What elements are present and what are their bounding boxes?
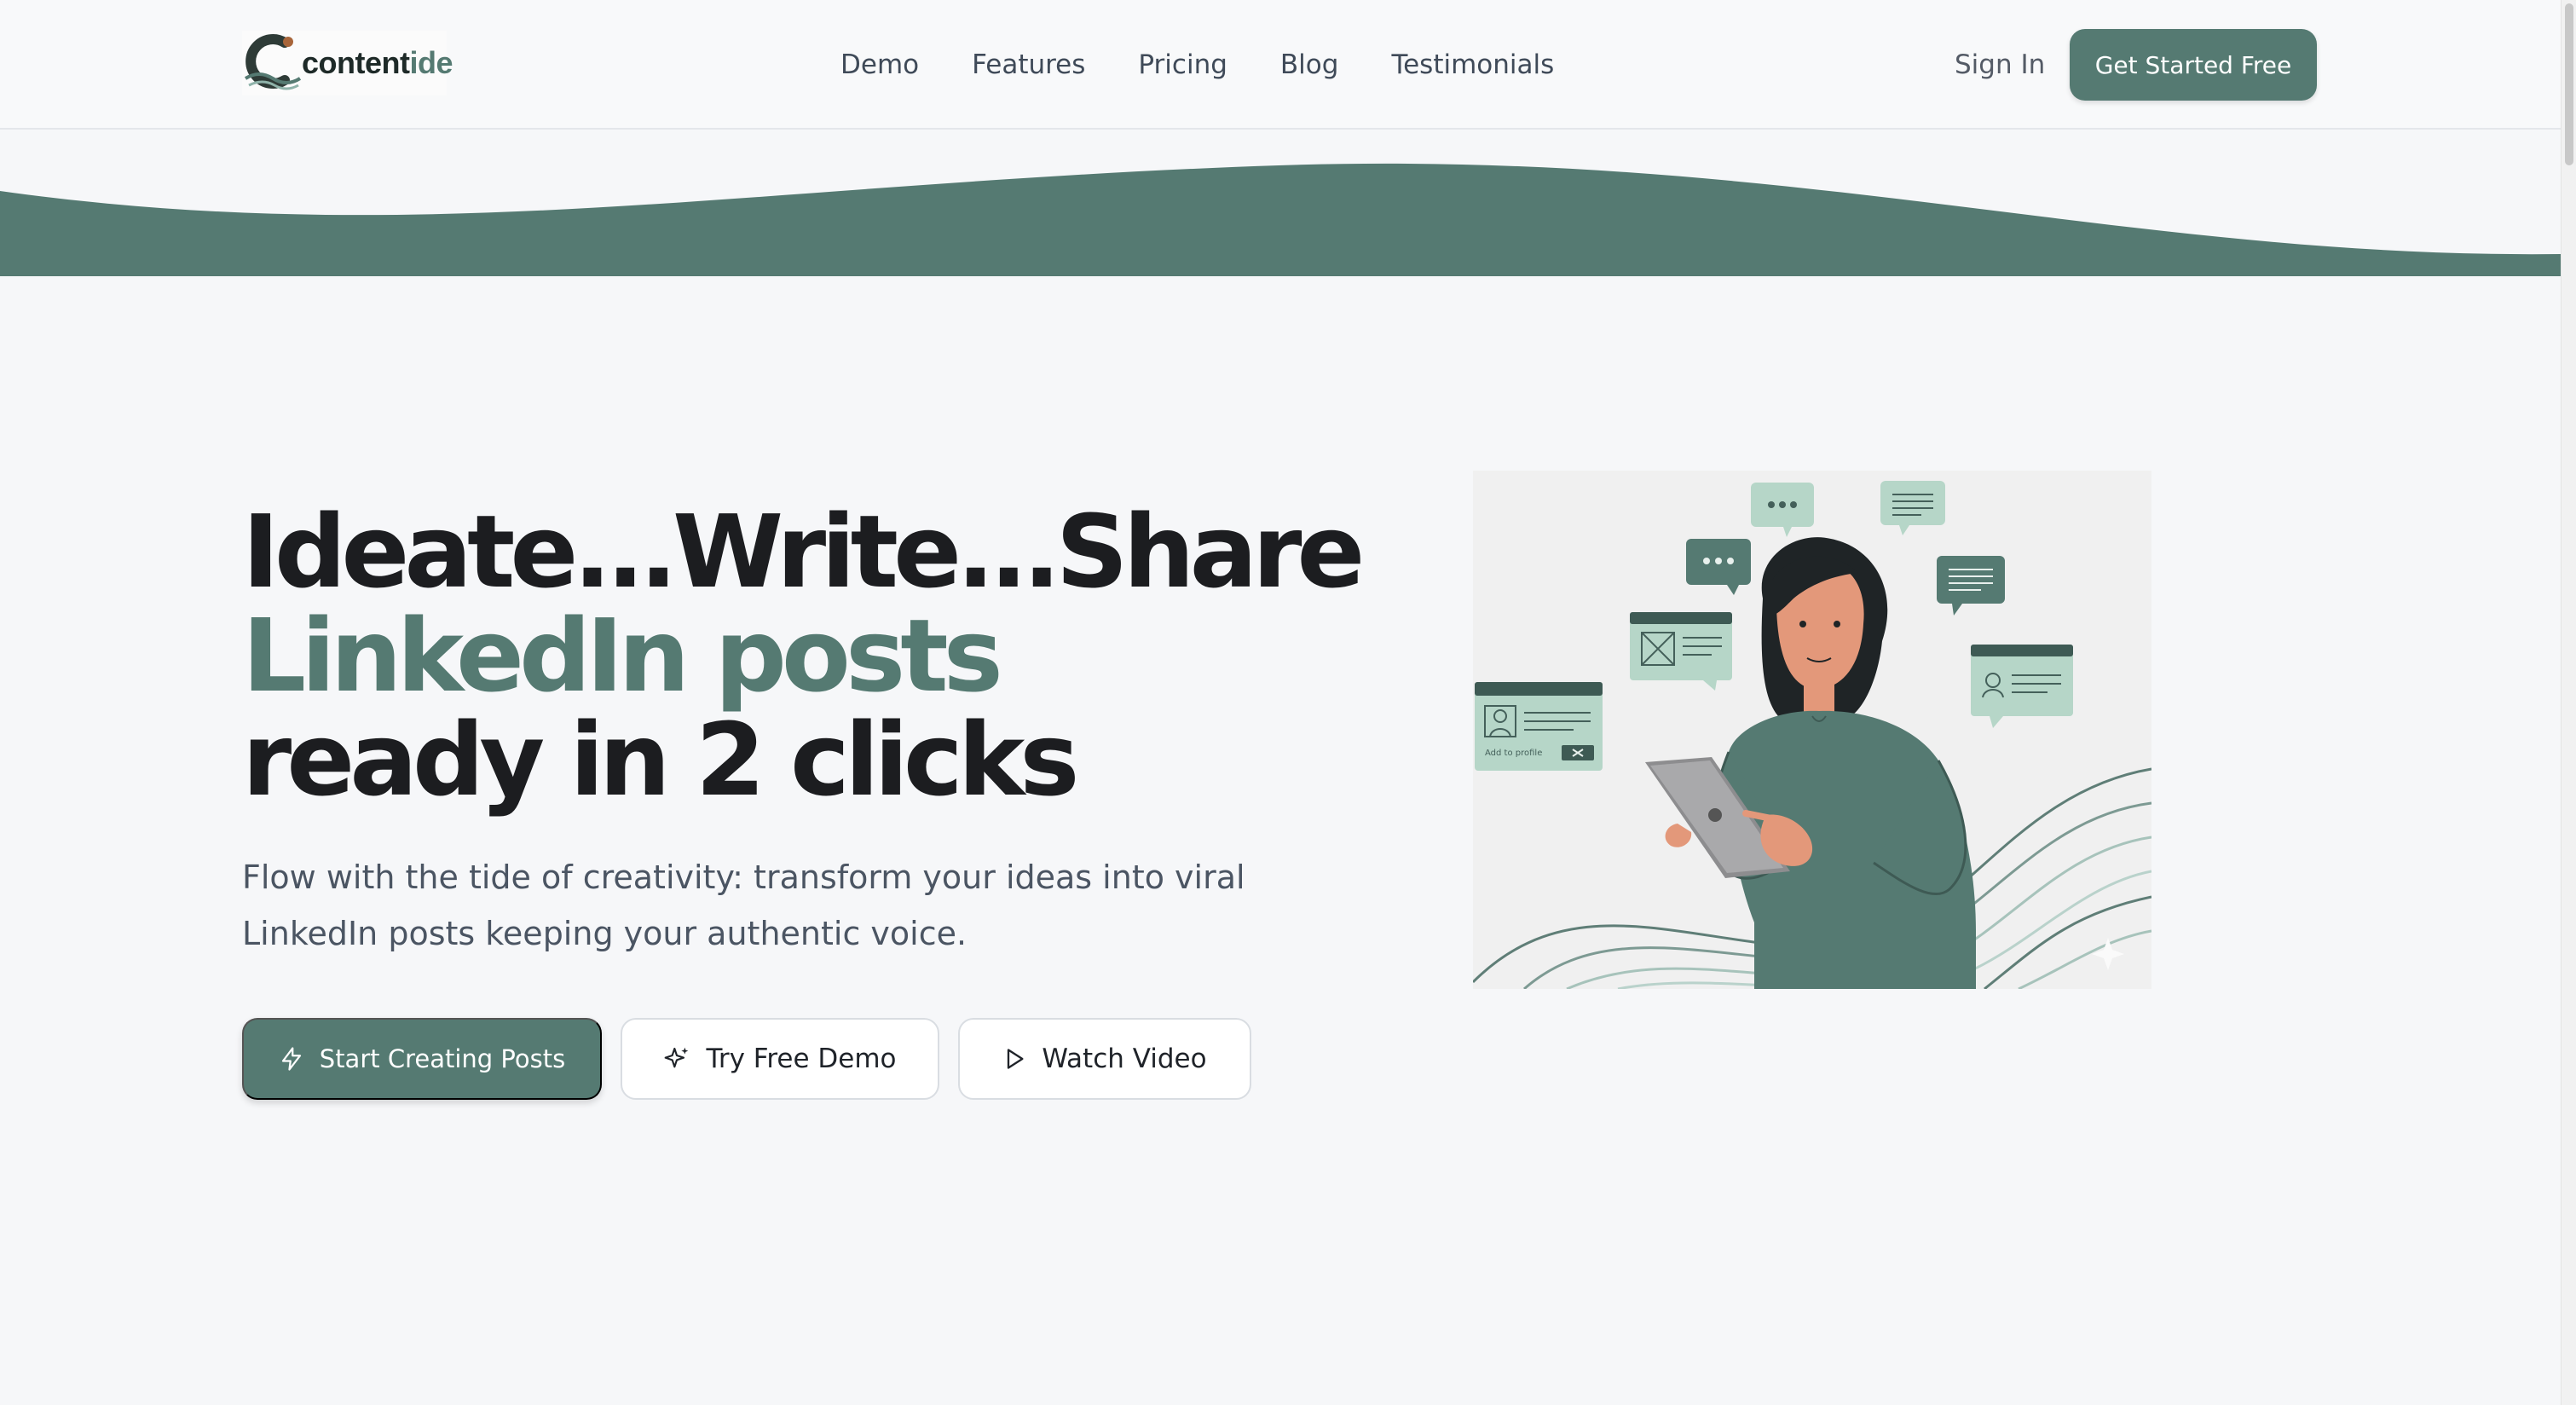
play-icon xyxy=(1008,1049,1024,1069)
get-started-button[interactable]: Get Started Free xyxy=(2070,29,2317,101)
main-nav: Demo Features Pricing Blog Testimonials xyxy=(840,43,1607,87)
brand-logo[interactable]: contentide xyxy=(242,31,453,95)
nav-blog[interactable]: Blog xyxy=(1280,43,1339,87)
brand-name: contentide xyxy=(302,45,453,80)
decorative-wave-band xyxy=(0,163,2561,276)
watch-video-button[interactable]: Watch Video xyxy=(958,1018,1251,1100)
nav-demo[interactable]: Demo xyxy=(840,43,919,87)
nav-testimonials[interactable]: Testimonials xyxy=(1391,43,1554,87)
scrollbar-thumb[interactable] xyxy=(2565,3,2573,165)
try-free-demo-label: Try Free Demo xyxy=(706,1044,897,1074)
start-creating-posts-button[interactable]: Start Creating Posts xyxy=(242,1018,602,1100)
start-creating-posts-label: Start Creating Posts xyxy=(319,1044,566,1073)
hero-line-2: LinkedIn posts xyxy=(242,597,1003,714)
top-navbar: contentide Demo Features Pricing Blog Te… xyxy=(0,0,2561,130)
nav-pricing[interactable]: Pricing xyxy=(1138,43,1227,87)
hero-illustration: Add to profile xyxy=(1473,471,2151,989)
page: contentide Demo Features Pricing Blog Te… xyxy=(0,0,2561,1405)
lightning-icon xyxy=(281,1047,301,1071)
watch-video-label: Watch Video xyxy=(1042,1044,1207,1074)
hero-headline: Ideate...Write...Share LinkedIn posts re… xyxy=(242,500,1435,812)
hero-subtitle: Flow with the tide of creativity: transf… xyxy=(242,859,1245,952)
page-scrollbar[interactable] xyxy=(2561,0,2576,1405)
try-free-demo-button[interactable]: Try Free Demo xyxy=(621,1018,939,1100)
hero-line-1: Ideate...Write...Share xyxy=(242,493,1365,610)
nav-features[interactable]: Features xyxy=(972,43,1085,87)
sign-in-link[interactable]: Sign In xyxy=(1955,43,2045,87)
wave-c-logo-icon xyxy=(242,31,302,95)
hero-line-3: ready in 2 clicks xyxy=(242,701,1080,818)
svg-text:Add to profile: Add to profile xyxy=(1485,749,1542,758)
sparkles-icon xyxy=(665,1047,689,1068)
